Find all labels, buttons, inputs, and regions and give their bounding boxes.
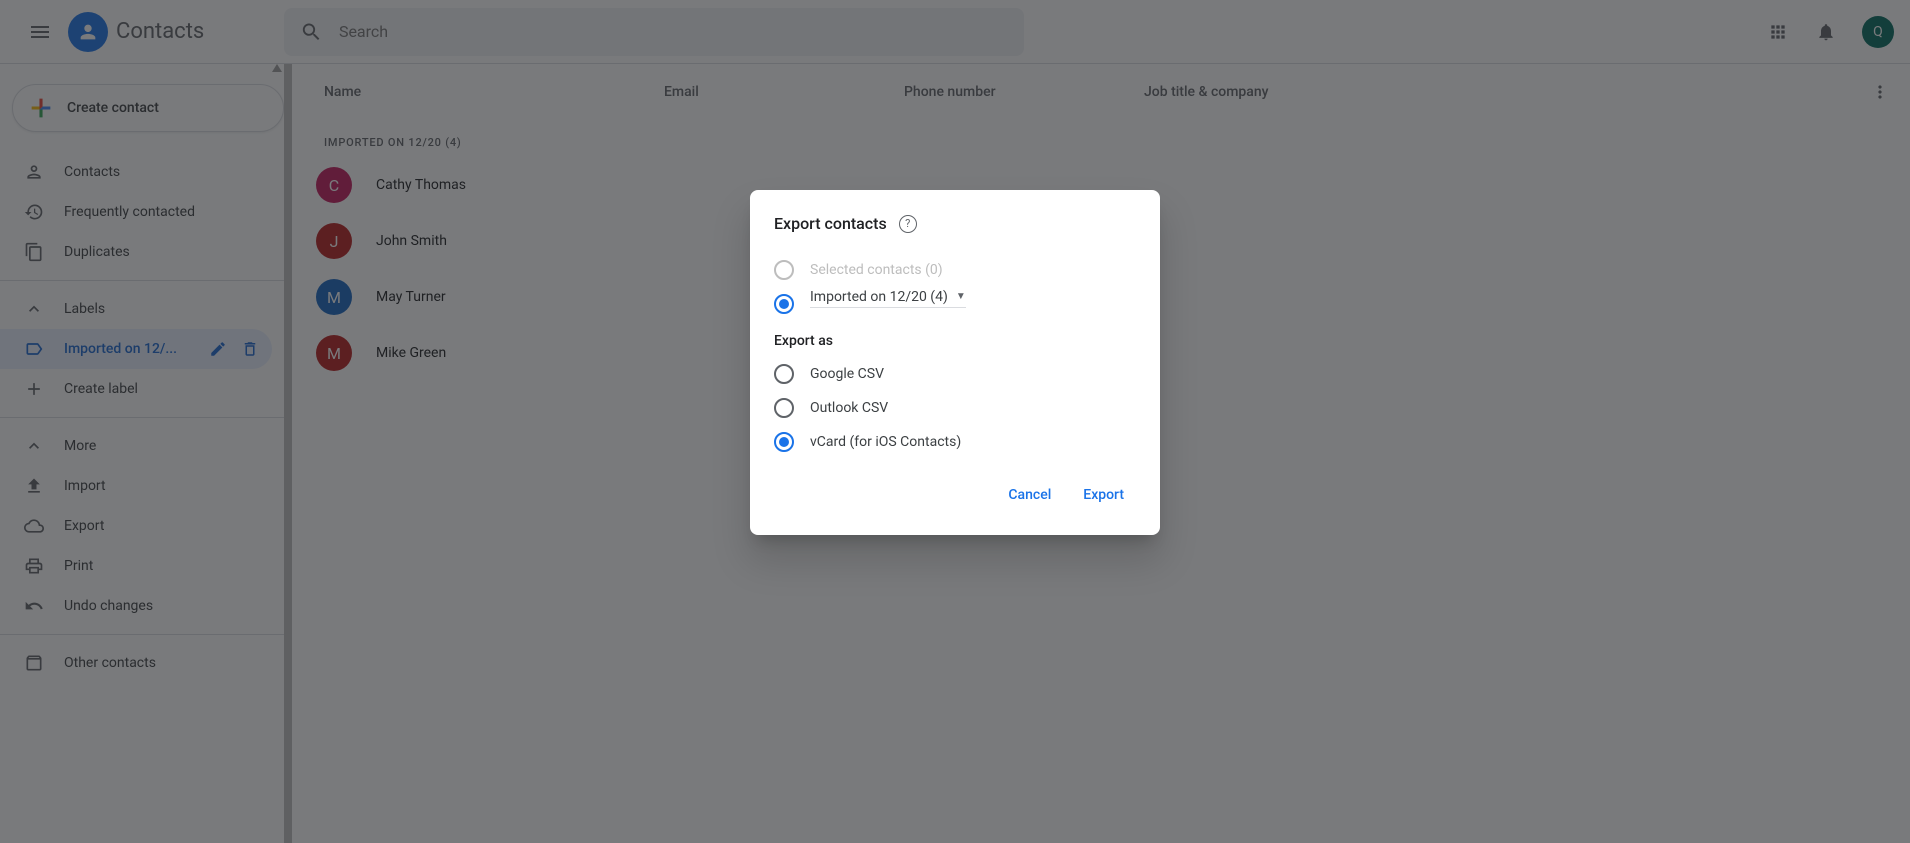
radio-imported-label[interactable]: Imported on 12/20 (4) ▼ bbox=[774, 287, 1136, 321]
dropdown-icon[interactable]: ▼ bbox=[956, 291, 966, 302]
radio-label: vCard (for iOS Contacts) bbox=[810, 434, 961, 450]
radio-icon bbox=[774, 364, 794, 384]
radio-icon bbox=[774, 398, 794, 418]
dialog-title: Export contacts bbox=[774, 214, 887, 233]
cancel-button[interactable]: Cancel bbox=[996, 479, 1063, 511]
help-button[interactable]: ? bbox=[899, 215, 917, 233]
export-dialog: Export contacts ? Selected contacts (0) … bbox=[750, 190, 1160, 535]
radio-vcard[interactable]: vCard (for iOS Contacts) bbox=[774, 425, 1136, 459]
radio-icon bbox=[774, 432, 794, 452]
radio-icon bbox=[774, 260, 794, 280]
export-button[interactable]: Export bbox=[1071, 479, 1136, 511]
radio-label: Outlook CSV bbox=[810, 400, 888, 416]
radio-google-csv[interactable]: Google CSV bbox=[774, 357, 1136, 391]
radio-label: Imported on 12/20 (4) bbox=[810, 289, 948, 305]
export-as-label: Export as bbox=[774, 333, 1136, 349]
radio-label: Google CSV bbox=[810, 366, 884, 382]
radio-icon bbox=[774, 294, 794, 314]
radio-selected-contacts: Selected contacts (0) bbox=[774, 253, 1136, 287]
radio-label: Selected contacts (0) bbox=[810, 262, 943, 278]
radio-outlook-csv[interactable]: Outlook CSV bbox=[774, 391, 1136, 425]
dialog-scrim[interactable]: Export contacts ? Selected contacts (0) … bbox=[0, 0, 1910, 843]
